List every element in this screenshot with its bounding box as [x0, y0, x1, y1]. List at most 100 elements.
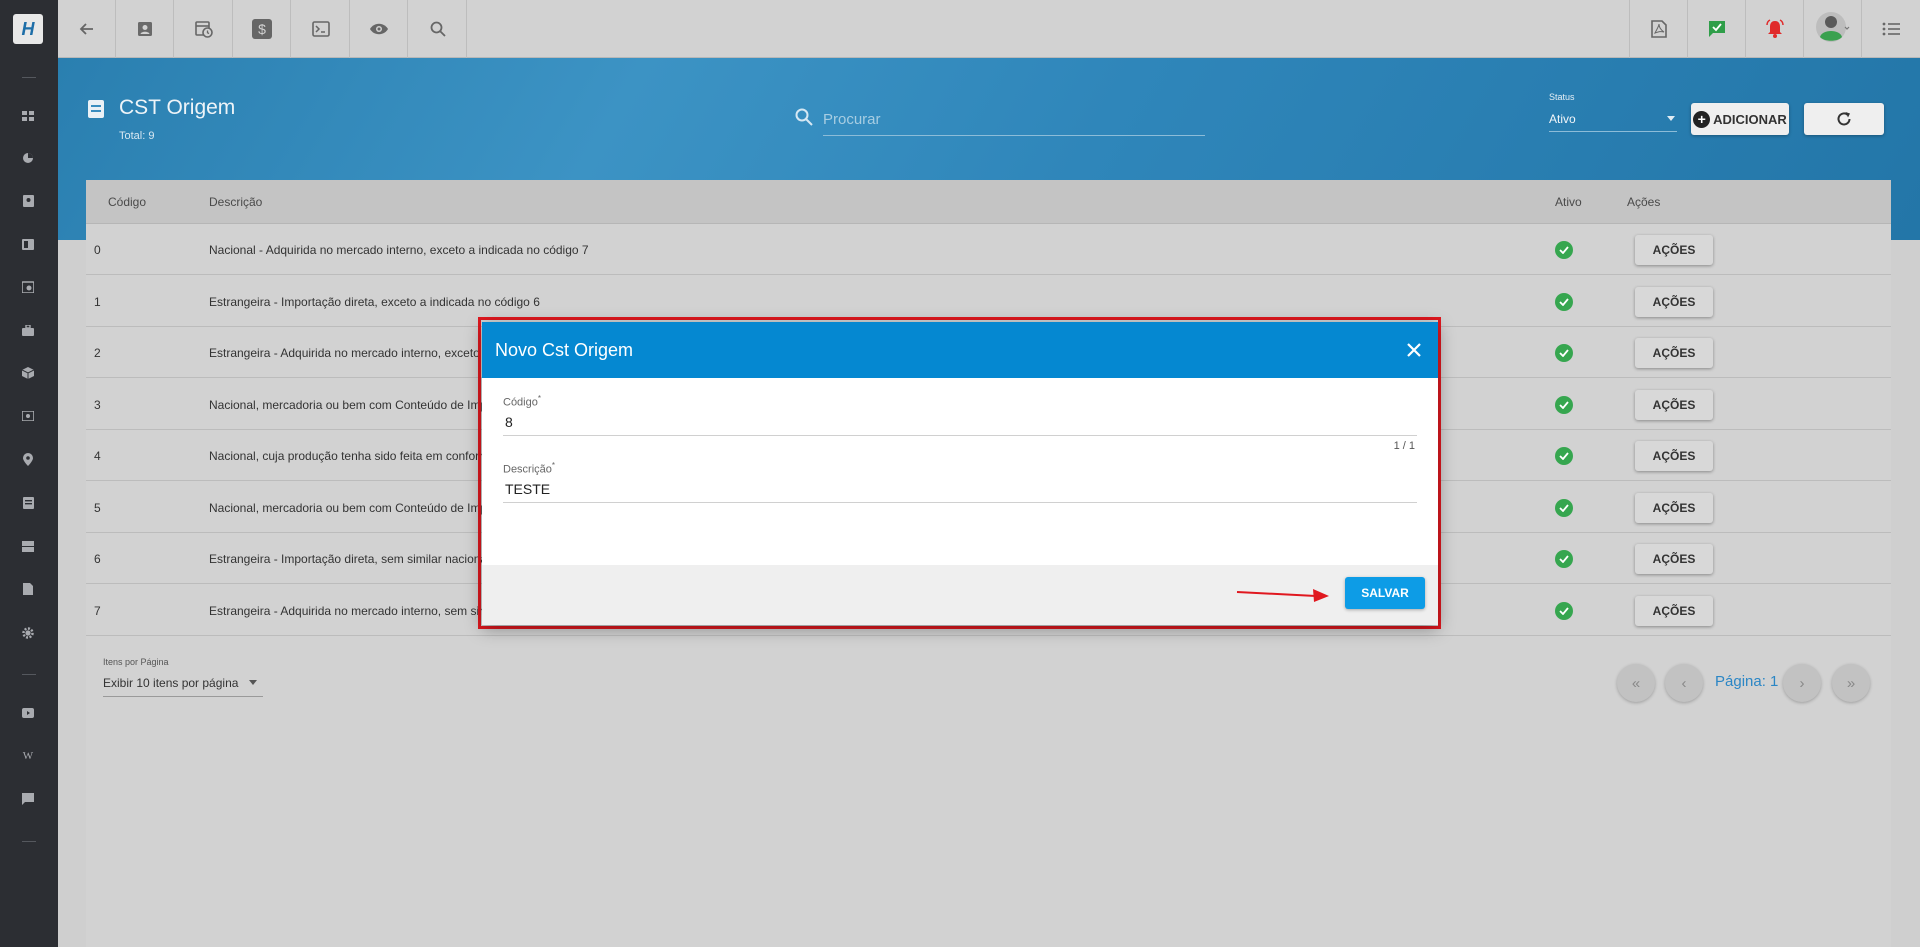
- row-description: Nacional, mercadoria ou bem com Conteúdo…: [209, 397, 494, 412]
- calendar-clock-icon: [194, 21, 213, 38]
- check-circle-icon: [1555, 550, 1573, 568]
- search-button[interactable]: [409, 0, 467, 58]
- gear-icon[interactable]: [21, 626, 35, 640]
- code-char-counter: 1 / 1: [1393, 440, 1415, 452]
- items-per-page-value: Exibir 10 itens por página: [103, 676, 239, 690]
- actions-button[interactable]: AÇÕES: [1635, 595, 1713, 626]
- prev-page-button[interactable]: ‹: [1665, 664, 1703, 702]
- refresh-button[interactable]: [1804, 103, 1884, 135]
- dialog-header: Novo Cst Origem: [482, 322, 1438, 378]
- chevron-left-icon: ‹: [1681, 674, 1687, 692]
- double-chevron-left-icon: «: [1631, 674, 1641, 692]
- row-description: Nacional - Adquirida no mercado interno,…: [209, 243, 589, 257]
- sidebar-divider: [22, 77, 36, 78]
- package-icon[interactable]: [21, 366, 35, 380]
- briefcase-icon[interactable]: [21, 323, 35, 337]
- code-input[interactable]: [503, 408, 1417, 436]
- schedule-icon[interactable]: [21, 280, 35, 294]
- description-input[interactable]: [503, 475, 1417, 503]
- row-description: Nacional, cuja produção tenha sido feita…: [209, 449, 490, 463]
- row-description: Estrangeira - Adquirida no mercado inter…: [209, 346, 490, 360]
- plus-icon: +: [1693, 110, 1711, 128]
- sidebar-divider: [22, 674, 36, 675]
- check-circle-icon: [1555, 241, 1573, 259]
- total-count: Total: 9: [119, 130, 155, 142]
- chat-icon[interactable]: [21, 792, 35, 806]
- finance-button[interactable]: $: [233, 0, 291, 58]
- save-button[interactable]: SALVAR: [1345, 577, 1425, 609]
- row-code: 4: [94, 449, 101, 463]
- sidebar-divider: [22, 841, 36, 842]
- server-icon[interactable]: [21, 539, 35, 553]
- contacts-button[interactable]: [116, 0, 174, 58]
- search-icon: [430, 21, 446, 37]
- check-circle-icon: [1555, 447, 1573, 465]
- file-icon[interactable]: [21, 582, 35, 596]
- page-title: CST Origem: [119, 96, 236, 119]
- close-icon: [1407, 343, 1421, 357]
- board-icon[interactable]: [21, 237, 35, 251]
- actions-button[interactable]: AÇÕES: [1635, 544, 1713, 574]
- add-button-label: ADICIONAR: [1713, 111, 1787, 127]
- close-button[interactable]: [1400, 336, 1428, 364]
- table-header: Código Descrição Ativo Ações: [86, 180, 1891, 224]
- alarms-button[interactable]: [1745, 0, 1803, 58]
- check-circle-icon: [1555, 601, 1573, 620]
- actions-button[interactable]: AÇÕES: [1635, 492, 1713, 523]
- check-circle-icon: [1555, 498, 1573, 517]
- actions-button[interactable]: AÇÕES: [1635, 338, 1713, 368]
- row-description: Nacional, mercadoria ou bem com Conteúdo…: [209, 500, 494, 515]
- schedule-button[interactable]: [175, 0, 233, 58]
- table-row[interactable]: 0 Nacional - Adquirida no mercado interno…: [86, 224, 1891, 275]
- next-page-button[interactable]: ›: [1783, 664, 1821, 702]
- document-icon[interactable]: [21, 496, 35, 510]
- items-per-page-select[interactable]: Exibir 10 itens por página: [103, 673, 263, 697]
- row-code: 7: [94, 603, 101, 618]
- column-description[interactable]: Descrição: [209, 195, 262, 209]
- actions-button[interactable]: AÇÕES: [1635, 441, 1713, 471]
- menu-button[interactable]: [1861, 0, 1919, 58]
- terminal-button[interactable]: [292, 0, 350, 58]
- column-code[interactable]: Código: [108, 195, 146, 209]
- status-label: Status: [1549, 92, 1575, 102]
- pie-chart-icon[interactable]: [21, 151, 35, 165]
- row-code: 1: [94, 294, 101, 309]
- actions-button[interactable]: AÇÕES: [1635, 389, 1713, 420]
- row-description: Estrangeira - Importação direta, sem sim…: [209, 552, 490, 566]
- add-button[interactable]: + ADICIONAR: [1691, 103, 1789, 135]
- row-description: Estrangeira - Adquirida no mercado inter…: [209, 603, 492, 618]
- dashboard-icon[interactable]: [21, 109, 35, 123]
- dollar-icon: $: [251, 19, 272, 39]
- row-code: 2: [94, 346, 101, 360]
- messages-button[interactable]: [1687, 0, 1745, 58]
- pdf-button[interactable]: [1629, 0, 1687, 58]
- new-cst-origem-dialog: Novo Cst Origem Código* 1 / 1 Descrição*…: [482, 322, 1438, 625]
- check-circle-icon: [1555, 344, 1573, 362]
- money-icon[interactable]: [21, 409, 35, 423]
- dialog-title: Novo Cst Origem: [495, 340, 634, 360]
- user-menu[interactable]: [1803, 0, 1861, 58]
- column-active[interactable]: Ativo: [1555, 195, 1582, 209]
- page-indicator: Página: 1: [1715, 673, 1779, 690]
- video-icon[interactable]: [21, 706, 35, 720]
- back-button[interactable]: [58, 0, 116, 58]
- status-value: Ativo: [1549, 112, 1576, 126]
- first-page-button[interactable]: «: [1617, 664, 1655, 702]
- double-chevron-right-icon: »: [1846, 674, 1856, 692]
- last-page-button[interactable]: »: [1832, 664, 1870, 702]
- app-logo[interactable]: H: [13, 14, 43, 44]
- wiki-icon[interactable]: W: [21, 749, 35, 763]
- row-code: 6: [94, 552, 101, 566]
- sidebar: H W: [0, 0, 58, 947]
- actions-button[interactable]: AÇÕES: [1635, 235, 1713, 265]
- contact-icon[interactable]: [21, 194, 35, 208]
- chevron-right-icon: ›: [1799, 674, 1805, 692]
- status-select[interactable]: Ativo: [1549, 108, 1677, 132]
- search-input[interactable]: [823, 104, 1205, 136]
- map-pin-icon[interactable]: [21, 452, 35, 466]
- avatar: [1815, 12, 1849, 42]
- view-button[interactable]: [350, 0, 408, 58]
- actions-button[interactable]: AÇÕES: [1635, 286, 1713, 317]
- list-menu-icon: [1882, 22, 1900, 36]
- check-circle-icon: [1555, 292, 1573, 311]
